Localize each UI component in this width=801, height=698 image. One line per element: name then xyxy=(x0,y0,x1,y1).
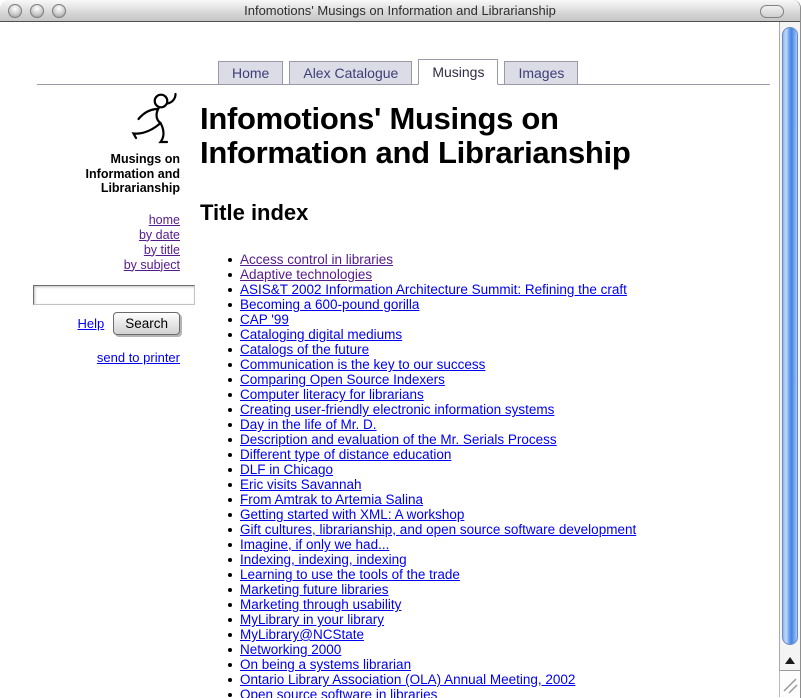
list-item: Comparing Open Source Indexers xyxy=(228,372,775,387)
title-link[interactable]: Ontario Library Association (OLA) Annual… xyxy=(240,672,575,687)
title-link[interactable]: From Amtrak to Artemia Salina xyxy=(240,492,423,507)
toolbar-toggle-button[interactable] xyxy=(760,5,784,18)
list-item: Marketing through usability xyxy=(228,597,775,612)
list-item: Computer literacy for librarians xyxy=(228,387,775,402)
title-link[interactable]: MyLibrary in your library xyxy=(240,612,384,627)
title-link[interactable]: Different type of distance education xyxy=(240,447,451,462)
list-item: CAP '99 xyxy=(228,312,775,327)
list-item: Marketing future libraries xyxy=(228,582,775,597)
title-link[interactable]: Networking 2000 xyxy=(240,642,341,657)
web-page: Home Alex Catalogue Musings Images Musings … xyxy=(0,22,778,697)
list-item: Open source software in libraries xyxy=(228,687,775,698)
title-link[interactable]: Gift cultures, librarianship, and open s… xyxy=(240,522,636,537)
list-item: Ontario Library Association (OLA) Annual… xyxy=(228,672,775,687)
list-item: Communication is the key to our success xyxy=(228,357,775,372)
title-link[interactable]: On being a systems librarian xyxy=(240,657,411,672)
window-title: Infomotions' Musings on Information and … xyxy=(0,3,800,18)
title-link[interactable]: Open source software in libraries xyxy=(240,687,437,698)
list-item: From Amtrak to Artemia Salina xyxy=(228,492,775,507)
list-item: Imagine, if only we had... xyxy=(228,537,775,552)
list-item: ASIS&T 2002 Information Architecture Sum… xyxy=(228,282,775,297)
title-link[interactable]: Day in the life of Mr. D. xyxy=(240,417,377,432)
browser-window: Infomotions' Musings on Information and … xyxy=(0,0,801,698)
list-item: Creating user-friendly electronic inform… xyxy=(228,402,775,417)
list-item: Gift cultures, librarianship, and open s… xyxy=(228,522,775,537)
title-link[interactable]: Comparing Open Source Indexers xyxy=(240,372,445,387)
sidebar-link-by-subject[interactable]: by subject xyxy=(35,258,180,273)
list-item: MyLibrary@NCState xyxy=(228,627,775,642)
list-item: Getting started with XML: A workshop xyxy=(228,507,775,522)
list-item: Becoming a 600-pound gorilla xyxy=(228,297,775,312)
title-link[interactable]: Description and evaluation of the Mr. Se… xyxy=(240,432,557,447)
list-item: Day in the life of Mr. D. xyxy=(228,417,775,432)
title-link[interactable]: Communication is the key to our success xyxy=(240,357,485,372)
scroll-up-arrow[interactable] xyxy=(780,652,800,668)
search-button[interactable]: Search xyxy=(113,312,180,335)
title-link[interactable]: Getting started with XML: A workshop xyxy=(240,507,464,522)
title-link[interactable]: Cataloging digital mediums xyxy=(240,327,402,342)
list-item: MyLibrary in your library xyxy=(228,612,775,627)
title-link[interactable]: MyLibrary@NCState xyxy=(240,627,364,642)
title-link[interactable]: Becoming a 600-pound gorilla xyxy=(240,297,419,312)
list-item: Indexing, indexing, indexing xyxy=(228,552,775,567)
sidebar-link-by-title[interactable]: by title xyxy=(35,243,180,258)
list-item: On being a systems librarian xyxy=(228,657,775,672)
list-item: Networking 2000 xyxy=(228,642,775,657)
search-input[interactable] xyxy=(33,285,195,305)
leaping-figure-logo[interactable] xyxy=(35,92,180,144)
list-item: Description and evaluation of the Mr. Se… xyxy=(228,432,775,447)
scrollbar-thumb[interactable] xyxy=(782,27,798,645)
send-to-printer-link[interactable]: send to printer xyxy=(97,350,180,365)
tab-home[interactable]: Home xyxy=(218,61,283,84)
list-item: Eric visits Savannah xyxy=(228,477,775,492)
help-link[interactable]: Help xyxy=(77,316,104,331)
title-index-list: Access control in librariesAdaptive tech… xyxy=(200,252,775,698)
section-heading: Title index xyxy=(200,200,775,226)
browser-content: Home Alex Catalogue Musings Images Musings … xyxy=(0,22,800,697)
tab-alex-catalogue[interactable]: Alex Catalogue xyxy=(289,61,412,84)
list-item: Catalogs of the future xyxy=(228,342,775,357)
list-item: Learning to use the tools of the trade xyxy=(228,567,775,582)
list-item: Access control in libraries xyxy=(228,252,775,267)
tab-images[interactable]: Images xyxy=(504,61,578,84)
title-link[interactable]: Indexing, indexing, indexing xyxy=(240,552,407,567)
up-arrow-icon xyxy=(785,657,795,664)
tab-strip: Home Alex Catalogue Musings Images xyxy=(37,58,770,85)
title-link[interactable]: Access control in libraries xyxy=(240,252,393,267)
window-titlebar: Infomotions' Musings on Information and … xyxy=(0,0,800,22)
list-item: DLF in Chicago xyxy=(228,462,775,477)
main-content: Infomotions' Musings on Information and … xyxy=(200,102,775,698)
sidebar-link-home[interactable]: home xyxy=(35,213,180,228)
sidebar-nav: homeby dateby titleby subject xyxy=(35,213,180,273)
title-link[interactable]: Computer literacy for librarians xyxy=(240,387,424,402)
title-link[interactable]: Learning to use the tools of the trade xyxy=(240,567,460,582)
title-link[interactable]: Adaptive technologies xyxy=(240,267,372,282)
tab-musings[interactable]: Musings xyxy=(418,59,498,85)
sidebar: Musings on Information and Librarianship… xyxy=(35,92,180,367)
vertical-scrollbar[interactable] xyxy=(779,22,800,670)
title-link[interactable]: Catalogs of the future xyxy=(240,342,369,357)
title-link[interactable]: Marketing through usability xyxy=(240,597,401,612)
list-item: Adaptive technologies xyxy=(228,267,775,282)
sidebar-link-by-date[interactable]: by date xyxy=(35,228,180,243)
list-item: Cataloging digital mediums xyxy=(228,327,775,342)
title-link[interactable]: Marketing future libraries xyxy=(240,582,389,597)
title-link[interactable]: Eric visits Savannah xyxy=(240,477,362,492)
title-link[interactable]: Creating user-friendly electronic inform… xyxy=(240,402,554,417)
search-form: Help Search xyxy=(35,285,180,335)
title-link[interactable]: Imagine, if only we had... xyxy=(240,537,389,552)
title-link[interactable]: DLF in Chicago xyxy=(240,462,333,477)
title-link[interactable]: CAP '99 xyxy=(240,312,289,327)
list-item: Different type of distance education xyxy=(228,447,775,462)
sidebar-site-title: Musings on Information and Librarianship xyxy=(35,152,180,196)
title-link[interactable]: ASIS&T 2002 Information Architecture Sum… xyxy=(240,282,627,297)
window-resize-grip[interactable] xyxy=(779,670,800,697)
page-title: Infomotions' Musings on Information and … xyxy=(200,102,775,170)
